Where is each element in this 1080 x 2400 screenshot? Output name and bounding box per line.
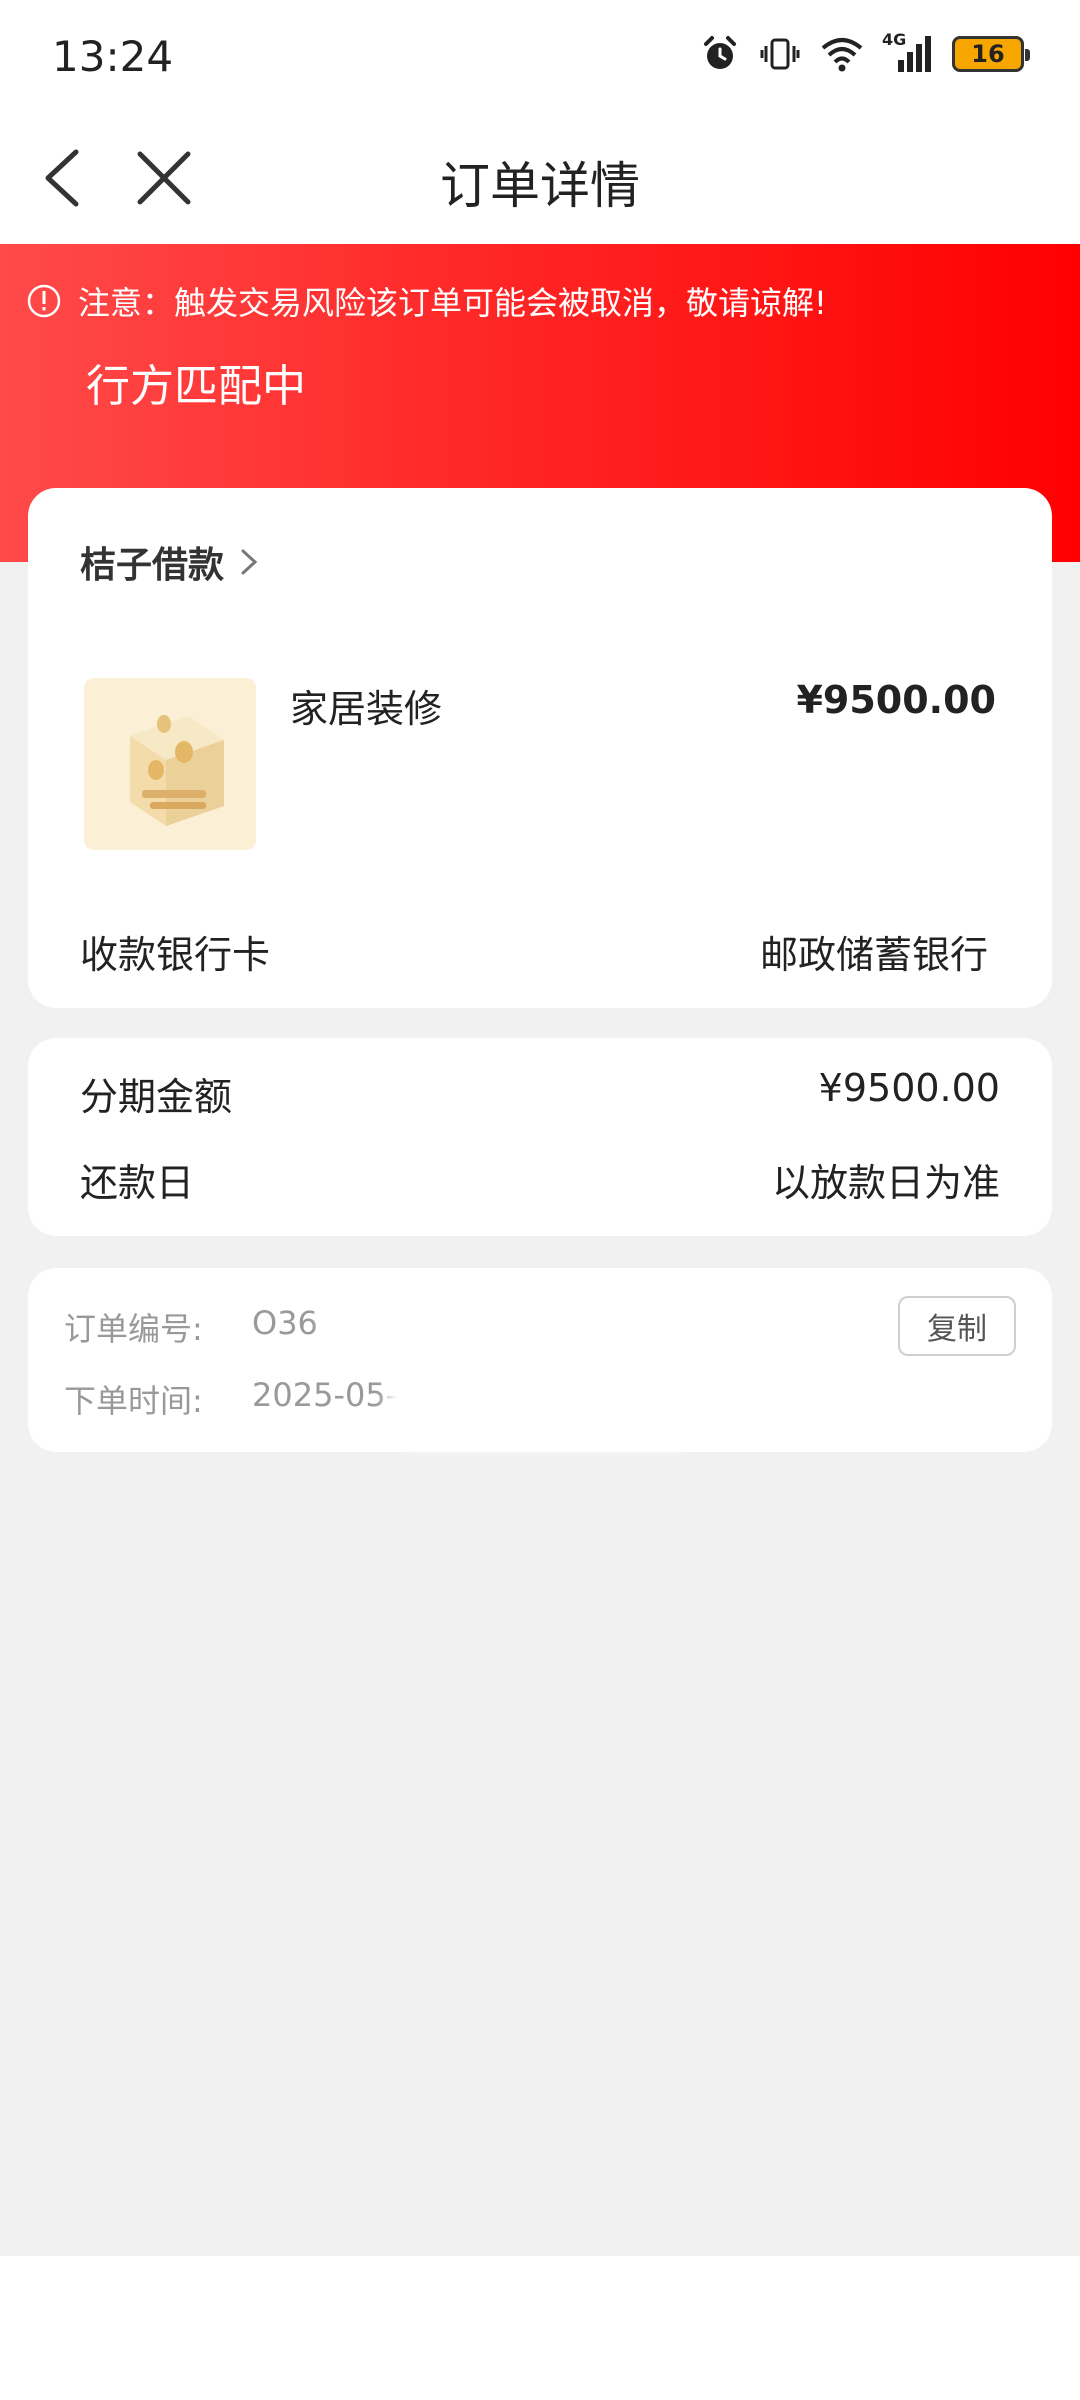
alarm-icon bbox=[704, 36, 736, 69]
order-number-value: O36 bbox=[252, 1304, 318, 1342]
bank-card-label: 收款银行卡 bbox=[80, 933, 271, 977]
order-time-label: 下单时间: bbox=[64, 1382, 203, 1420]
order-status: 行方匹配中 bbox=[86, 361, 306, 412]
item-thumbnail bbox=[84, 678, 256, 850]
page-title: 订单详情 bbox=[440, 157, 640, 215]
cellular-signal-icon: 4G bbox=[882, 30, 932, 74]
nav-bar: 订单详情 bbox=[0, 110, 1080, 244]
order-time-value: 2025-05- bbox=[252, 1376, 398, 1414]
item-price: ¥9500.00 bbox=[796, 678, 996, 722]
bottom-area bbox=[0, 2256, 1080, 2400]
product-name: 桔子借款 bbox=[80, 545, 225, 586]
product-link[interactable]: 桔子借款 bbox=[80, 536, 260, 588]
redaction-mask bbox=[386, 1368, 706, 1448]
order-product-card: 桔子借款 家居装修 ¥9500.00 收款银行卡 邮政储蓄银行 bbox=[28, 488, 1052, 1008]
status-bar: 13:24 4G 16 bbox=[0, 0, 1080, 110]
installment-amount-label: 分期金额 bbox=[80, 1075, 233, 1119]
warning-icon bbox=[27, 284, 61, 318]
order-number-label: 订单编号: bbox=[64, 1310, 203, 1348]
installment-card: 分期金额 ¥9500.00 还款日 以放款日为准 bbox=[28, 1038, 1052, 1236]
battery-icon: 16 bbox=[952, 36, 1030, 72]
order-info-card: 订单编号: O36 下单时间: 2025-05- 复制 bbox=[28, 1268, 1052, 1452]
redaction-mask bbox=[320, 1298, 680, 1346]
status-icons: 4G 16 bbox=[700, 30, 1030, 78]
wifi-icon bbox=[821, 38, 863, 72]
risk-warning: 注意：触发交易风险该订单可能会被取消，敬请谅解! bbox=[26, 278, 827, 324]
status-time: 13:24 bbox=[52, 32, 174, 81]
copy-button[interactable]: 复制 bbox=[898, 1296, 1016, 1356]
item-name: 家居装修 bbox=[290, 687, 443, 731]
battery-level: 16 bbox=[971, 40, 1005, 68]
installment-amount-value: ¥9500.00 bbox=[818, 1066, 1000, 1110]
chevron-right-icon bbox=[241, 549, 258, 575]
repayment-day-value: 以放款日为准 bbox=[771, 1161, 1000, 1205]
warning-text: 注意：触发交易风险该订单可能会被取消，敬请谅解! bbox=[78, 284, 827, 322]
vibrate-icon bbox=[760, 38, 800, 70]
repayment-day-label: 还款日 bbox=[80, 1161, 195, 1205]
bank-card-value: 邮政储蓄银行 bbox=[759, 933, 988, 977]
